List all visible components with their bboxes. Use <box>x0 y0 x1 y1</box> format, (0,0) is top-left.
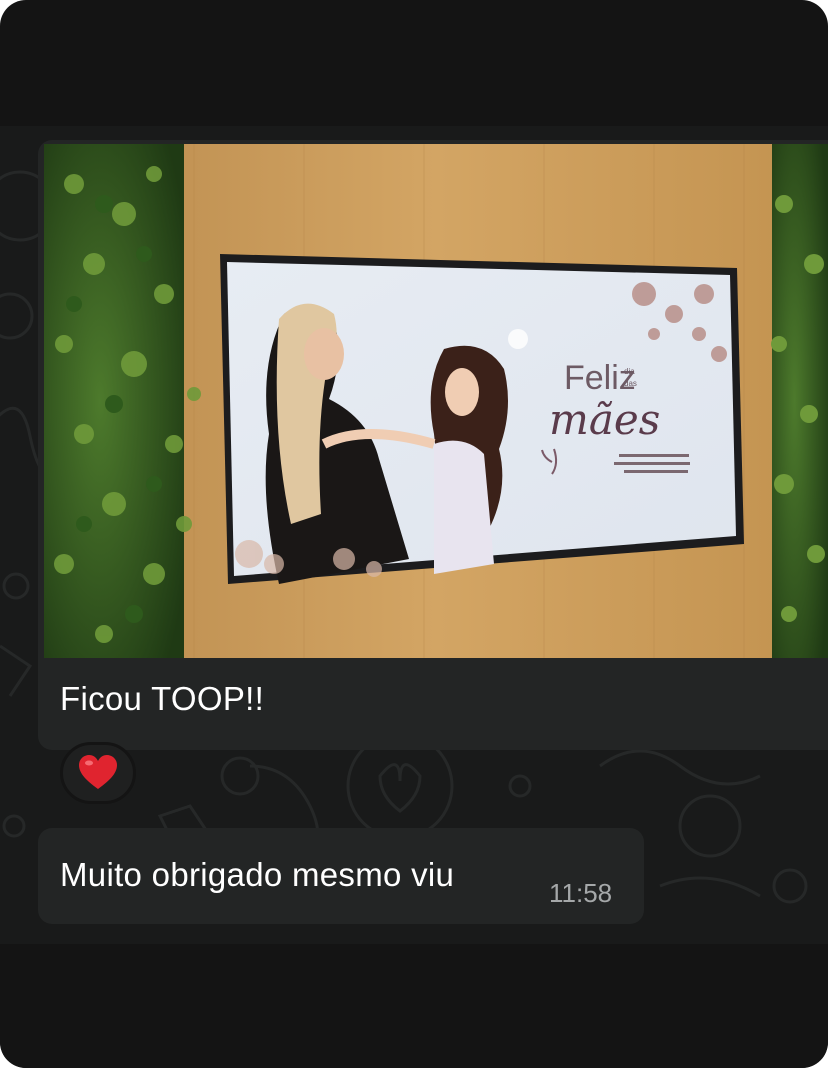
tv-small-word-1: dia <box>624 367 635 376</box>
text-message-bubble[interactable]: Muito obrigado mesmo viu 11:58 <box>38 828 644 924</box>
photo-tv-on-wall: Feliz dia das mães <box>44 144 828 658</box>
chat-screen: Feliz dia das mães Ficou TOOP!! Muito ob… <box>0 0 828 1068</box>
tv-small-word-2: das <box>624 379 637 388</box>
bottom-area <box>0 944 828 1068</box>
tv-title-line2: mães <box>549 395 660 444</box>
message-reaction[interactable] <box>60 742 136 804</box>
heart-icon <box>79 755 117 789</box>
image-caption: Ficou TOOP!! <box>60 680 265 717</box>
message-photo[interactable]: Feliz dia das mães <box>44 144 828 658</box>
message-text: Muito obrigado mesmo viu <box>60 856 455 893</box>
message-timestamp: 11:58 <box>549 878 613 908</box>
tv-title-line1: Feliz <box>564 359 636 397</box>
image-message-bubble[interactable]: Feliz dia das mães Ficou TOOP!! <box>38 140 828 750</box>
